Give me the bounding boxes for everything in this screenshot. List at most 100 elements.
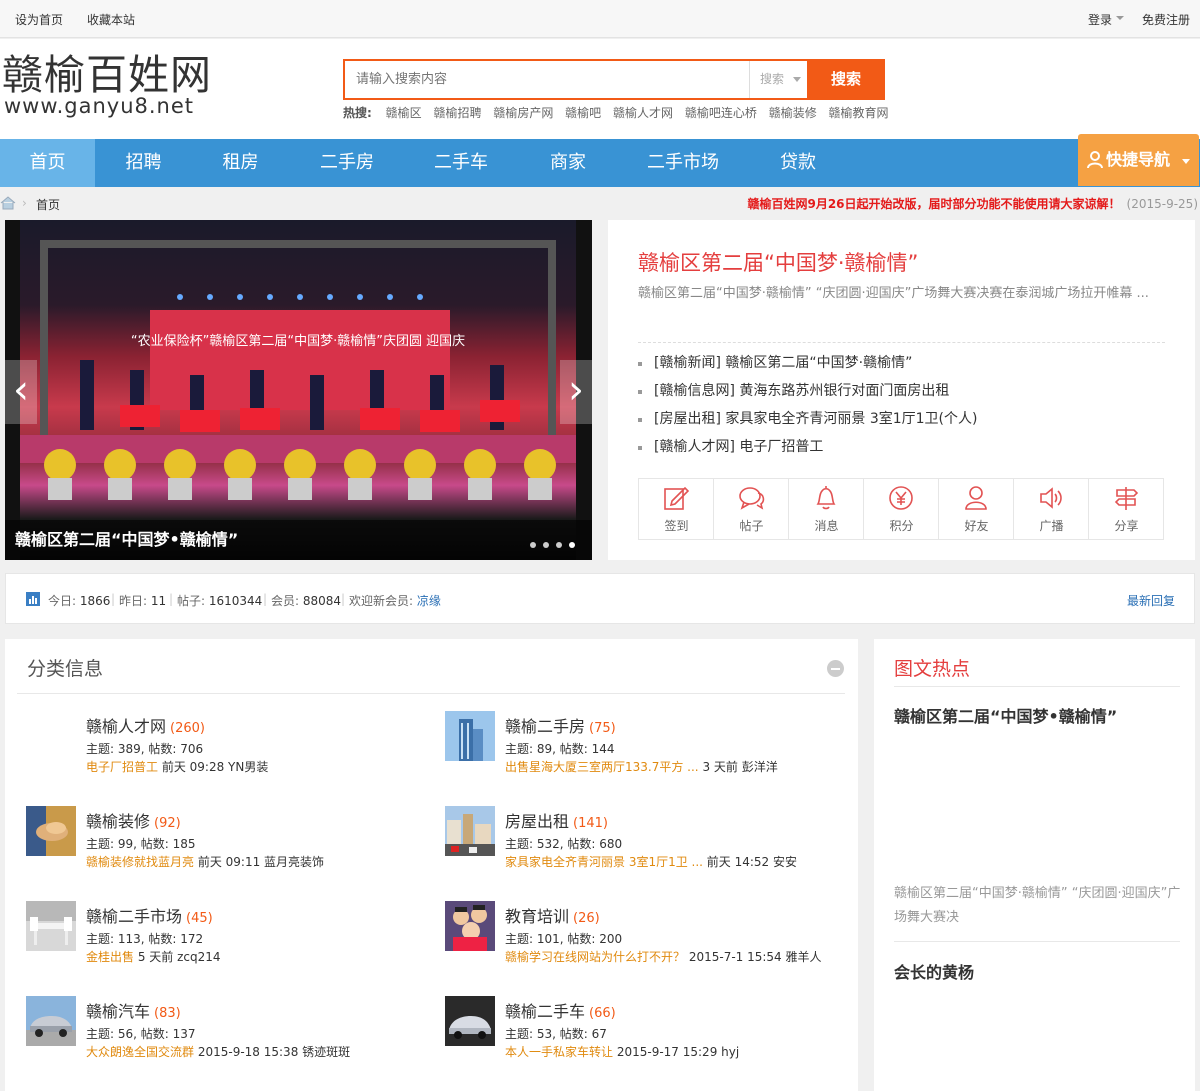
login-link[interactable]: 登录	[1088, 11, 1112, 28]
hot-word[interactable]: 赣榆教育网	[829, 106, 889, 120]
forum-new-count: (141)	[573, 816, 608, 831]
register-link[interactable]: 免费注册	[1142, 11, 1190, 28]
quick-nav-button[interactable]: 快捷导航	[1078, 134, 1199, 186]
hot-word[interactable]: 赣榆人才网	[613, 106, 673, 120]
nav-item-loans[interactable]: 贷款	[747, 139, 849, 187]
newest-member-link[interactable]: 凉缘	[417, 594, 441, 608]
nav-item-home[interactable]: 首页	[0, 139, 95, 187]
search-type-select[interactable]: 搜索	[749, 61, 807, 98]
headline-list-item-text[interactable]: [房屋出租] 家具家电全齐青河丽景 3室1厅1卫(个人)	[654, 411, 977, 427]
hot-word[interactable]: 赣榆房产网	[493, 106, 553, 120]
last-post-link[interactable]: 电子厂招普工	[86, 760, 158, 774]
headline-list-item-text[interactable]: [赣榆新闻] 赣榆区第二届“中国梦·赣榆情”	[654, 355, 912, 371]
nav-item-jobs[interactable]: 招聘	[95, 139, 192, 187]
forum-item: 房屋出租 (141) 主题: 532, 帖数: 680 家具家电全齐青河丽景 3室…	[445, 806, 845, 886]
home-icon[interactable]	[0, 196, 16, 210]
search-input[interactable]	[345, 61, 749, 98]
forum-name[interactable]: 赣榆二手车 (66)	[505, 998, 616, 1022]
last-post-link[interactable]: 金桂出售	[86, 950, 134, 964]
nav-item-rent[interactable]: 租房	[192, 139, 289, 187]
last-post-meta: 前天 14:52 安安	[702, 855, 798, 869]
search-button[interactable]: 搜索	[807, 59, 885, 100]
last-post-link[interactable]: 本人一手私家车转让	[505, 1045, 613, 1059]
hot-headline[interactable]: 赣榆区第二届“中国梦•赣榆情”	[894, 703, 1117, 727]
forum-name[interactable]: 赣榆汽车 (83)	[86, 998, 181, 1022]
forum-name-text[interactable]: 教育培训	[505, 907, 569, 926]
forum-name[interactable]: 赣榆二手房 (75)	[505, 713, 616, 737]
collapse-icon[interactable]	[827, 660, 844, 677]
slide-caption[interactable]: 赣榆区第二届“中国梦•赣榆情”	[5, 520, 592, 560]
slider-next-arrow[interactable]: ›	[560, 360, 592, 424]
forum-name-text[interactable]: 赣榆人才网	[86, 717, 166, 736]
last-post-link[interactable]: 家具家电全齐青河丽景 3室1厅1卫 ...	[505, 855, 703, 869]
last-post-link[interactable]: 赣榆装修就找蓝月亮	[86, 855, 194, 869]
forum-name-text[interactable]: 赣榆二手市场	[86, 907, 182, 926]
points-button[interactable]: 积分	[864, 479, 939, 539]
broadcast-button[interactable]: 广播	[1014, 479, 1089, 539]
announcement-text[interactable]: 赣榆百姓网9月26日起开始改版，届时部分功能不能使用请大家谅解！	[747, 197, 1126, 211]
forum-thumbnail[interactable]	[26, 901, 76, 951]
share-button[interactable]: 分享	[1089, 479, 1164, 539]
forum-thumbnail[interactable]	[26, 806, 76, 856]
stat-today: 今日: 1866	[48, 592, 110, 609]
hot-word[interactable]: 赣榆区	[386, 106, 422, 120]
forum-name[interactable]: 房屋出租 (141)	[505, 808, 608, 832]
forum-name-text[interactable]: 赣榆汽车	[86, 1002, 150, 1021]
hot-word[interactable]: 赣榆吧	[565, 106, 601, 120]
forum-name[interactable]: 赣榆装修 (92)	[86, 808, 181, 832]
slider-prev-arrow[interactable]: ‹	[5, 360, 37, 424]
forum-name-text[interactable]: 赣榆二手车	[505, 1002, 585, 1021]
hot-word[interactable]: 赣榆吧连心桥	[685, 106, 757, 120]
slider-dot[interactable]	[556, 542, 562, 548]
hot-headline-2[interactable]: 会长的黄杨	[894, 959, 974, 983]
forum-name-text[interactable]: 赣榆装修	[86, 812, 150, 831]
nav-item-used-house[interactable]: 二手房	[289, 139, 405, 187]
headline-list-item[interactable]: [房屋出租] 家具家电全齐青河丽景 3室1厅1卫(个人)	[638, 405, 1165, 433]
headline-list-item[interactable]: [赣榆人才网] 电子厂招普工	[638, 433, 1165, 461]
headline-list-item-text[interactable]: [赣榆信息网] 黄海东路苏州银行对面门面房出租	[654, 383, 949, 399]
headline-list-item-text[interactable]: [赣榆人才网] 电子厂招普工	[654, 439, 823, 455]
headline-list-item[interactable]: [赣榆信息网] 黄海东路苏州银行对面门面房出租	[638, 377, 1165, 405]
forum-name-text[interactable]: 房屋出租	[505, 812, 569, 831]
forum-name[interactable]: 赣榆二手市场 (45)	[86, 903, 213, 927]
forum-name-text[interactable]: 赣榆二手房	[505, 717, 585, 736]
forum-name[interactable]: 教育培训 (26)	[505, 903, 600, 927]
slider-dot[interactable]	[543, 542, 549, 548]
forum-thumbnail[interactable]	[445, 806, 495, 856]
stat-posts-value: 1610344	[208, 594, 263, 608]
forum-thumbnail[interactable]	[26, 711, 76, 761]
slider-dot[interactable]	[530, 542, 536, 548]
forum-stats: 主题: 532, 帖数: 680	[505, 837, 623, 851]
nav-item-used-car[interactable]: 二手车	[405, 139, 517, 187]
hot-word[interactable]: 赣榆招聘	[433, 106, 481, 120]
speaker-icon	[1040, 487, 1062, 509]
stat-newest-label: 欢迎新会员:	[349, 594, 414, 608]
forum-thumbnail[interactable]	[445, 901, 495, 951]
forum-thumbnail[interactable]	[445, 711, 495, 761]
checkin-button[interactable]: 签到	[639, 479, 714, 539]
latest-reply-link[interactable]: 最新回复	[1127, 592, 1175, 609]
nav-item-flea-market[interactable]: 二手市场	[619, 139, 747, 187]
forum-item: 赣榆二手车 (66) 主题: 53, 帖数: 67 本人一手私家车转让 2015-…	[445, 996, 845, 1076]
slider-dot-active[interactable]	[569, 542, 575, 548]
breadcrumb-current[interactable]: 首页	[36, 196, 60, 213]
forum-name[interactable]: 赣榆人才网 (260)	[86, 713, 205, 737]
image-slider[interactable]: “农业保险杯”赣榆区第二届“中国梦·赣榆情”庆团圆 迎国庆 ‹ › 赣榆区第二届…	[5, 220, 592, 560]
last-post-link[interactable]: 赣榆学习在线网站为什么打不开？	[505, 950, 685, 964]
forum-thumbnail[interactable]	[445, 996, 495, 1046]
friends-label: 好友	[964, 519, 989, 533]
last-post-link[interactable]: 出售星海大厦三室两厅133.7平方 ...	[505, 760, 699, 774]
set-home-link[interactable]: 设为首页	[15, 11, 63, 28]
last-post-link[interactable]: 大众朗逸全国交流群	[86, 1045, 194, 1059]
separator: |	[169, 592, 174, 606]
headline-list-item[interactable]: [赣榆新闻] 赣榆区第二届“中国梦·赣榆情”	[638, 349, 1165, 377]
hot-word[interactable]: 赣榆装修	[769, 106, 817, 120]
friends-button[interactable]: 好友	[939, 479, 1014, 539]
site-logo[interactable]: 赣榆百姓网	[2, 51, 212, 99]
bookmark-link[interactable]: 收藏本站	[87, 11, 135, 28]
posts-button[interactable]: 帖子	[714, 479, 789, 539]
messages-button[interactable]: 消息	[789, 479, 864, 539]
forum-thumbnail[interactable]	[26, 996, 76, 1046]
headline-title[interactable]: 赣榆区第二届“中国梦·赣榆情”	[638, 247, 918, 277]
nav-item-merchants[interactable]: 商家	[517, 139, 619, 187]
